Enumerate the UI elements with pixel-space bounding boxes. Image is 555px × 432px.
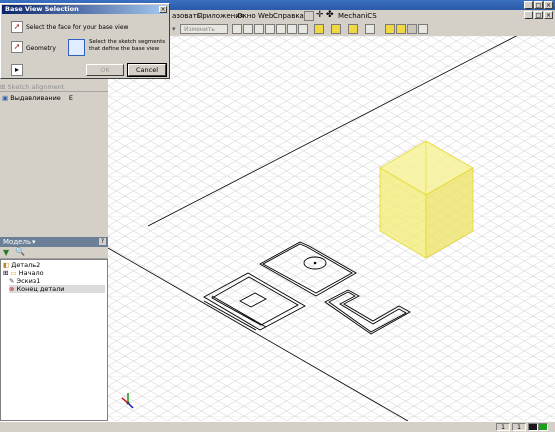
find-icon[interactable]: 🔍 [15, 247, 25, 256]
view-style-select[interactable]: Изменить [180, 24, 228, 34]
crosshair-icon[interactable]: ✛ [316, 10, 324, 20]
status-bar: 1 1 [0, 421, 555, 432]
pan-icon[interactable] [265, 24, 275, 34]
tree-item-end-of-part[interactable]: ⊗ Конец детали [9, 285, 105, 293]
tree-item-label: Начало [18, 269, 44, 277]
sketch-alignment-label: Sketch alignment [7, 83, 65, 91]
display-mode-icon[interactable] [314, 24, 324, 34]
face-prompt: Select the face for your base view [26, 24, 129, 31]
zoom-icon[interactable] [254, 24, 264, 34]
viewport-canvas[interactable] [108, 36, 555, 421]
menu-item-web[interactable]: Web [258, 12, 273, 20]
cancel-button[interactable]: Cancel [127, 63, 167, 77]
grid-plane [108, 36, 555, 421]
cursor-arrow-icon: ➚ [13, 22, 21, 31]
window-controls: _ □ × [524, 1, 553, 9]
zoom-all-icon[interactable] [232, 24, 242, 34]
model-tree: ◧ Деталь2 ⊞ ▭ Начало ✎ Эскиз1 ⊗ Конец де… [0, 259, 108, 421]
dialog-close-button[interactable]: × [159, 6, 167, 13]
part-icon: ◧ [3, 261, 10, 269]
menu-item-help[interactable]: Справка [273, 12, 304, 20]
chevron-down-icon[interactable]: ▾ [32, 238, 36, 246]
feature-panel: ⊞ Sketch alignment ▣ Выдавливание E [0, 78, 108, 238]
sketch-alignment-icon: ⊞ [0, 83, 6, 91]
options-icon: ▸ [14, 65, 19, 74]
dialog-title-bar[interactable]: Base View Selection [2, 5, 168, 14]
tree-root-label: Деталь2 [11, 261, 41, 269]
menu-item-mechanics[interactable]: MechaniCS [338, 12, 377, 20]
camera-icon[interactable] [348, 24, 358, 34]
end-of-part-icon: ⊗ [9, 285, 15, 293]
expand-icon[interactable]: ⊞ [3, 269, 8, 277]
extrude-icon: ▣ [2, 94, 9, 102]
measure-icon[interactable] [418, 24, 428, 34]
sketch-icon: ✎ [9, 277, 15, 285]
close-window-button[interactable]: × [544, 1, 553, 9]
section-icon[interactable] [385, 24, 395, 34]
base-view-dialog: Base View Selection × ➚ Select the face … [0, 3, 170, 79]
status-field-1: 1 [496, 423, 510, 431]
maximize-button[interactable]: □ [534, 1, 543, 9]
options-button[interactable]: ▸ [11, 64, 23, 76]
model-toolbar: ▼ 🔍 [0, 247, 108, 259]
tree-item-origin[interactable]: ⊞ ▭ Начало [3, 269, 44, 277]
status-field-2: 1 [512, 423, 526, 431]
face-select-button[interactable]: ➚ [11, 21, 23, 33]
model-panel-header[interactable]: Модель ▾ ? [0, 237, 108, 247]
dialog-title: Base View Selection [5, 5, 79, 13]
status-indicator-green [538, 423, 548, 431]
filter-icon[interactable]: ▼ [3, 248, 9, 257]
graphics-viewport[interactable] [108, 36, 555, 421]
extrude-shortcut: E [68, 94, 73, 102]
doc-close-button[interactable]: × [544, 11, 553, 19]
folder-icon: ▭ [10, 269, 17, 277]
extrude-tool[interactable]: ▣ Выдавливание E [2, 94, 73, 102]
cursor-arrow-icon: ➚ [13, 42, 21, 51]
panel-help-icon[interactable]: ? [99, 238, 106, 245]
minimize-button[interactable]: _ [524, 1, 533, 9]
mechanics-icon[interactable]: ✤ [326, 10, 334, 20]
tree-item-label: Эскиз1 [16, 277, 41, 285]
shaded-display-icon[interactable] [331, 24, 341, 34]
menu-item-window[interactable]: Окно [237, 12, 256, 20]
geometry-select-button[interactable]: ➚ [11, 41, 23, 53]
doc-minimize-button[interactable]: _ [524, 11, 533, 19]
extrude-label: Выдавливание [10, 94, 61, 102]
rotate-icon[interactable] [287, 24, 297, 34]
doc-window-controls: _ □ × [524, 11, 553, 19]
look-at-icon[interactable] [298, 24, 308, 34]
doc-restore-button[interactable]: □ [534, 11, 543, 19]
model-panel-title: Модель [3, 238, 32, 246]
toolbar-dropdown-arrow[interactable]: ▾ [172, 25, 176, 33]
zoom-selected-icon[interactable] [276, 24, 286, 34]
grid-icon[interactable] [407, 24, 417, 34]
shadow-icon[interactable] [365, 24, 375, 34]
geometry-label: Geometry [26, 45, 56, 52]
tree-item-sketch[interactable]: ✎ Эскиз1 [9, 277, 40, 285]
ok-button[interactable]: OK [86, 64, 124, 76]
help-icon[interactable] [304, 11, 314, 21]
light-icon[interactable] [396, 24, 406, 34]
segments-prompt: Select the sketch segments that define t… [89, 39, 166, 52]
sketch-segments-icon [68, 39, 85, 56]
tree-root[interactable]: ◧ Деталь2 [3, 261, 40, 269]
zoom-window-icon[interactable] [243, 24, 253, 34]
tree-item-label: Конец детали [16, 285, 65, 293]
status-indicator-black [528, 423, 538, 431]
